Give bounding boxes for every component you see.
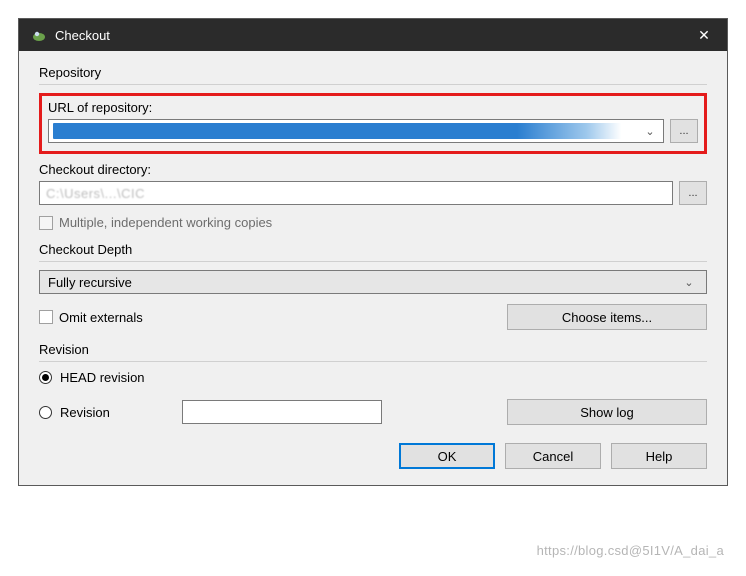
multiple-copies-checkbox-row: Multiple, independent working copies	[39, 215, 707, 230]
url-value	[53, 123, 641, 139]
url-browse-button[interactable]: ...	[670, 119, 698, 143]
specific-revision-label: Revision	[60, 405, 110, 420]
repository-group: Repository URL of repository: ⌄ ...	[39, 65, 707, 230]
close-button[interactable]: ✕	[681, 19, 727, 51]
cancel-button[interactable]: Cancel	[505, 443, 601, 469]
help-button[interactable]: Help	[611, 443, 707, 469]
dialog-content: Repository URL of repository: ⌄ ...	[19, 51, 727, 485]
specific-revision-row[interactable]: Revision	[39, 405, 110, 420]
depth-combobox[interactable]: Fully recursive ⌄	[39, 270, 707, 294]
directory-value: C:\Users\...\CIC	[46, 186, 145, 201]
specific-revision-radio[interactable]	[39, 406, 52, 419]
checkout-dialog: Checkout ✕ Repository URL of repository:…	[18, 18, 728, 486]
head-revision-label: HEAD revision	[60, 370, 145, 385]
ok-button[interactable]: OK	[399, 443, 495, 469]
url-label: URL of repository:	[48, 100, 698, 115]
omit-externals-label: Omit externals	[59, 310, 143, 325]
ok-label: OK	[438, 449, 457, 464]
directory-input[interactable]: C:\Users\...\CIC	[39, 181, 673, 205]
button-bar: OK Cancel Help	[39, 443, 707, 469]
ellipsis-icon: ...	[688, 187, 697, 199]
omit-externals-checkbox[interactable]	[39, 310, 53, 324]
multiple-copies-checkbox	[39, 216, 53, 230]
revision-group: Revision HEAD revision Revision Show log	[39, 342, 707, 425]
multiple-copies-label: Multiple, independent working copies	[59, 215, 272, 230]
omit-externals-row[interactable]: Omit externals	[39, 310, 143, 325]
help-label: Help	[646, 449, 673, 464]
choose-items-button[interactable]: Choose items...	[507, 304, 707, 330]
ellipsis-icon: ...	[679, 125, 688, 137]
depth-group: Checkout Depth Fully recursive ⌄ Omit ex…	[39, 242, 707, 330]
depth-group-label: Checkout Depth	[39, 242, 707, 257]
revision-group-label: Revision	[39, 342, 707, 357]
chevron-down-icon: ⌄	[641, 125, 659, 138]
app-icon	[31, 27, 47, 43]
chevron-down-icon: ⌄	[680, 276, 698, 289]
directory-label: Checkout directory:	[39, 162, 707, 177]
show-log-label: Show log	[580, 405, 633, 420]
depth-selected: Fully recursive	[48, 275, 132, 290]
watermark-text: https://blog.csd@5I1V/A_dai_a	[537, 543, 724, 558]
window-title: Checkout	[55, 28, 110, 43]
repository-group-label: Repository	[39, 65, 707, 80]
titlebar: Checkout ✕	[19, 19, 727, 51]
url-highlight-box: URL of repository: ⌄ ...	[39, 93, 707, 154]
close-icon: ✕	[698, 27, 710, 44]
head-revision-radio[interactable]	[39, 371, 52, 384]
directory-browse-button[interactable]: ...	[679, 181, 707, 205]
head-revision-row[interactable]: HEAD revision	[39, 370, 707, 385]
revision-input[interactable]	[182, 400, 382, 424]
show-log-button[interactable]: Show log	[507, 399, 707, 425]
choose-items-label: Choose items...	[562, 310, 652, 325]
cancel-label: Cancel	[533, 449, 573, 464]
url-combobox[interactable]: ⌄	[48, 119, 664, 143]
